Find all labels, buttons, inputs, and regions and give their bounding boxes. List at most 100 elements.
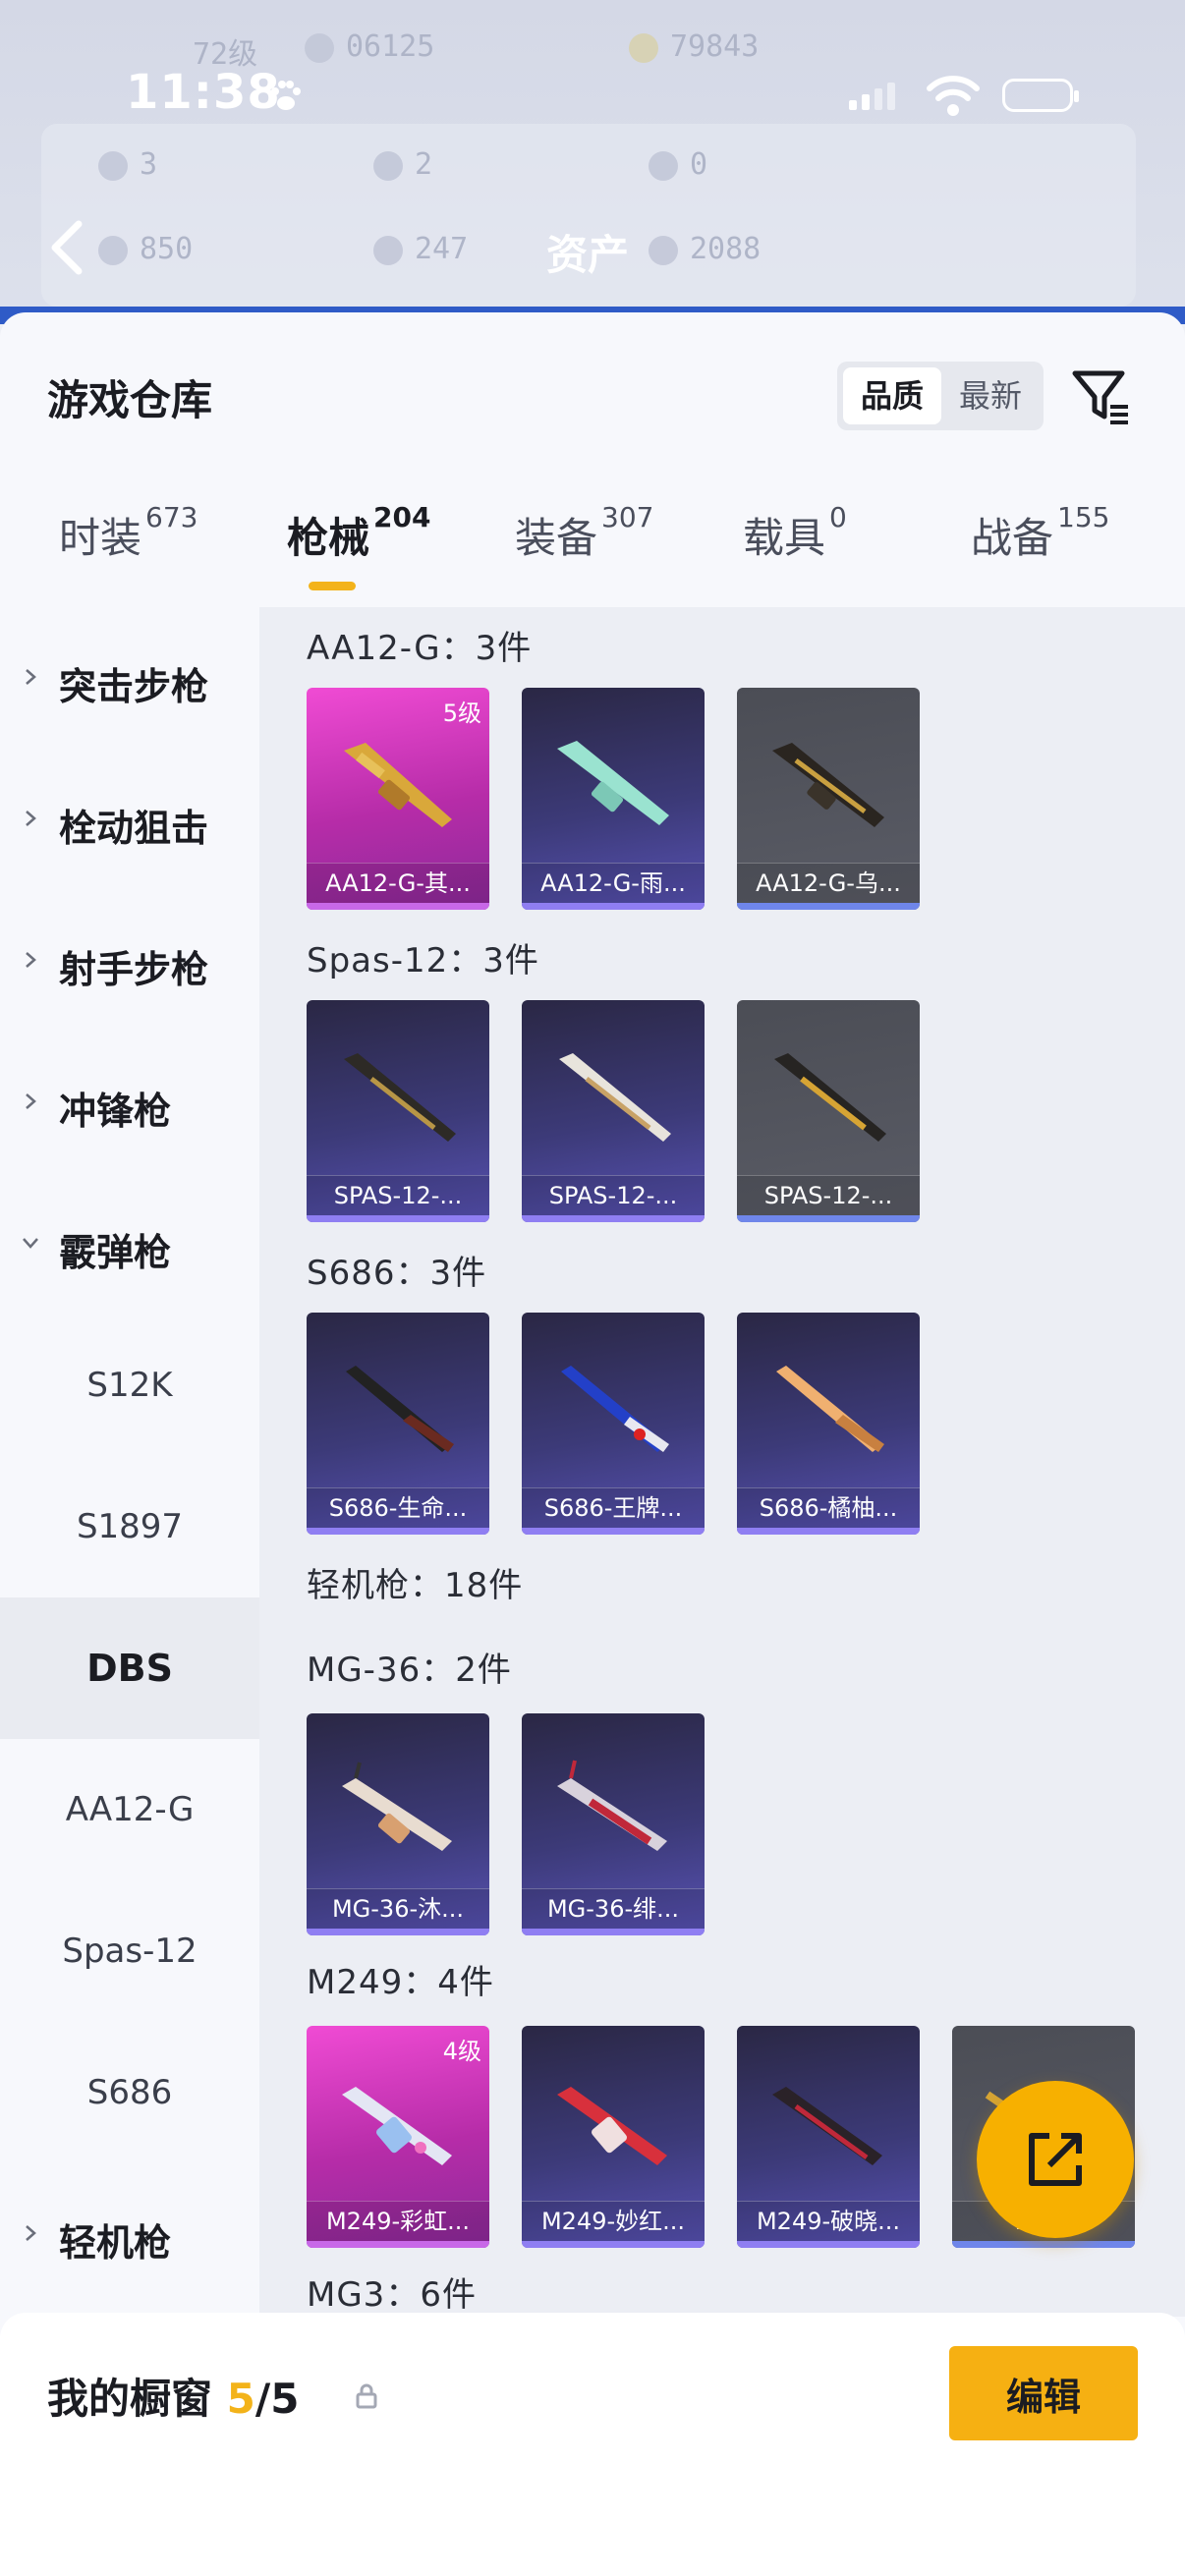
weapon-image bbox=[557, 2087, 667, 2165]
group-title: Spas-12：3件 bbox=[307, 941, 539, 980]
weapon-image bbox=[772, 743, 884, 827]
sort-newest-option[interactable]: 最新 bbox=[941, 367, 1040, 424]
chevron-right-icon bbox=[26, 669, 36, 685]
background-stat: 2088 bbox=[649, 232, 761, 266]
weapon-name: S686-生命... bbox=[307, 1487, 489, 1528]
sidebar-item-label: 霰弹枪 bbox=[59, 1231, 172, 1274]
weapon-item[interactable]: SPAS-12-... bbox=[307, 1000, 489, 1222]
weapon-item[interactable]: 4级 M249-彩虹... bbox=[307, 2026, 489, 2248]
weapon-item[interactable]: MG-36-沐... bbox=[307, 1713, 489, 1935]
rarity-bar bbox=[522, 903, 705, 910]
sidebar-subitem-dbs[interactable]: DBS bbox=[0, 1597, 259, 1739]
tab-supplies[interactable]: 战备 155 bbox=[971, 501, 1109, 565]
weapon-name: AA12-G-乌... bbox=[737, 863, 920, 903]
sidebar-subitem-spas12[interactable]: Spas-12 bbox=[0, 1880, 259, 2022]
active-tab-indicator bbox=[309, 582, 356, 590]
battery-icon bbox=[1002, 79, 1079, 112]
rarity-bar bbox=[522, 1528, 705, 1535]
wifi-icon bbox=[927, 76, 980, 116]
weapon-name: SPAS-12-... bbox=[737, 1175, 920, 1215]
sidebar-subitem-aa12g[interactable]: AA12-G bbox=[0, 1739, 259, 1880]
sheet-title: 游戏仓库 bbox=[47, 376, 213, 424]
warehouse-sheet: 游戏仓库 品质 最新 时装 673 枪械 204 装备 307 载具 0 战备 155 突… bbox=[0, 312, 1185, 2576]
sidebar-item-label: 射手步枪 bbox=[59, 948, 209, 991]
weapon-image bbox=[346, 1366, 454, 1452]
chevron-right-icon bbox=[26, 811, 36, 826]
group-title: MG-36：2件 bbox=[307, 1651, 512, 1690]
weapon-image bbox=[559, 1053, 671, 1142]
showcase-bar: 我的橱窗 5/5 编辑 bbox=[0, 2313, 1185, 2576]
weapon-name: MG-36-绯... bbox=[522, 1888, 705, 1929]
edit-button[interactable]: 编辑 bbox=[949, 2346, 1138, 2440]
weapon-name: S686-王牌... bbox=[522, 1487, 705, 1528]
tab-vehicles[interactable]: 载具 0 bbox=[743, 501, 847, 565]
weapon-image bbox=[772, 2087, 882, 2165]
weapon-image bbox=[561, 1366, 669, 1452]
group-title: 轻机枪：18件 bbox=[307, 1566, 524, 1605]
chevron-right-icon bbox=[26, 1093, 36, 1109]
rarity-bar bbox=[737, 2241, 920, 2248]
rarity-bar bbox=[522, 1215, 705, 1222]
sidebar-item-smg[interactable]: 冲锋枪 bbox=[0, 1032, 259, 1173]
weapon-item[interactable]: AA12-G-乌... bbox=[737, 688, 920, 910]
background-stat: 247 bbox=[373, 232, 468, 266]
weapon-item[interactable]: S686-橘柚... bbox=[737, 1313, 920, 1535]
weapon-item[interactable]: SPAS-12-... bbox=[522, 1000, 705, 1222]
weapon-category-sidebar: 突击步枪 栓动狙击 射手步枪 冲锋枪 霰弹枪 S12K S1897 DBS AA… bbox=[0, 607, 259, 2317]
sidebar-subitem-s686[interactable]: S686 bbox=[0, 2022, 259, 2163]
weapon-item[interactable]: SPAS-12-... bbox=[737, 1000, 920, 1222]
weapon-item[interactable]: S686-王牌... bbox=[522, 1313, 705, 1535]
sidebar-subitem-s12k[interactable]: S12K bbox=[0, 1315, 259, 1456]
rarity-bar bbox=[737, 1528, 920, 1535]
background-stat: 06125 bbox=[305, 29, 434, 64]
background-stat: 0 bbox=[649, 147, 707, 182]
weapon-name: M249-彩虹... bbox=[307, 2201, 489, 2241]
filter-icon[interactable] bbox=[1069, 364, 1134, 428]
weapon-item[interactable]: MG-36-绯... bbox=[522, 1713, 705, 1935]
rarity-bar bbox=[737, 903, 920, 910]
background-header: 72级 06125 79843 3 2 0 850 247 2088 11:38… bbox=[0, 0, 1185, 324]
weapon-image bbox=[344, 743, 452, 827]
showcase-current-count: 5 bbox=[226, 2375, 255, 2423]
share-button[interactable] bbox=[977, 2081, 1134, 2238]
back-icon bbox=[51, 220, 83, 275]
background-stat: 2 bbox=[373, 147, 432, 182]
weapon-name: MG-36-沐... bbox=[307, 1888, 489, 1929]
sidebar-item-label: 突击步枪 bbox=[59, 665, 209, 708]
background-title: 资产 bbox=[546, 231, 630, 279]
sidebar-subitem-s1897[interactable]: S1897 bbox=[0, 1456, 259, 1597]
weapon-name: SPAS-12-... bbox=[522, 1175, 705, 1215]
weapon-item[interactable]: M249-破晓... bbox=[737, 2026, 920, 2248]
share-icon bbox=[1029, 2133, 1082, 2186]
tab-firearms[interactable]: 枪械 204 bbox=[287, 501, 430, 565]
sidebar-item-assault-rifle[interactable]: 突击步枪 bbox=[0, 607, 259, 749]
paw-icon bbox=[271, 81, 301, 110]
weapon-item[interactable]: AA12-G-雨... bbox=[522, 688, 705, 910]
showcase-total-count: /5 bbox=[254, 2375, 300, 2423]
sidebar-item-bolt-action-sniper[interactable]: 栓动狙击 bbox=[0, 749, 259, 890]
rarity-bar bbox=[307, 2241, 489, 2248]
rarity-bar bbox=[952, 2241, 1135, 2248]
group-title: S686：3件 bbox=[307, 1254, 487, 1293]
rarity-bar bbox=[307, 1215, 489, 1222]
background-stat: 850 bbox=[98, 232, 193, 266]
lock-icon bbox=[356, 2383, 377, 2409]
background-stat: 3 bbox=[98, 147, 157, 182]
status-time: 11:38 bbox=[126, 65, 281, 120]
weapon-item[interactable]: S686-生命... bbox=[307, 1313, 489, 1535]
rarity-bar bbox=[522, 2241, 705, 2248]
tab-outfits[interactable]: 时装 673 bbox=[59, 501, 198, 565]
showcase-label: 我的橱窗 5/5 bbox=[47, 2375, 300, 2423]
sort-quality-option[interactable]: 品质 bbox=[843, 367, 941, 424]
group-title: AA12-G：3件 bbox=[307, 629, 533, 668]
weapon-image bbox=[344, 1053, 456, 1142]
tab-equipment[interactable]: 装备 307 bbox=[515, 501, 653, 565]
sidebar-item-shotgun[interactable]: 霰弹枪 bbox=[0, 1173, 259, 1315]
weapon-item[interactable]: 5级 AA12-G-其... bbox=[307, 688, 489, 910]
weapon-item[interactable]: M249-妙红... bbox=[522, 2026, 705, 2248]
weapon-image bbox=[774, 1053, 886, 1142]
sidebar-item-lmg[interactable]: 轻机枪 bbox=[0, 2163, 259, 2305]
sidebar-item-marksman-rifle[interactable]: 射手步枪 bbox=[0, 890, 259, 1032]
weapon-image bbox=[557, 1760, 667, 1851]
sidebar-item-label: 栓动狙击 bbox=[59, 807, 209, 850]
